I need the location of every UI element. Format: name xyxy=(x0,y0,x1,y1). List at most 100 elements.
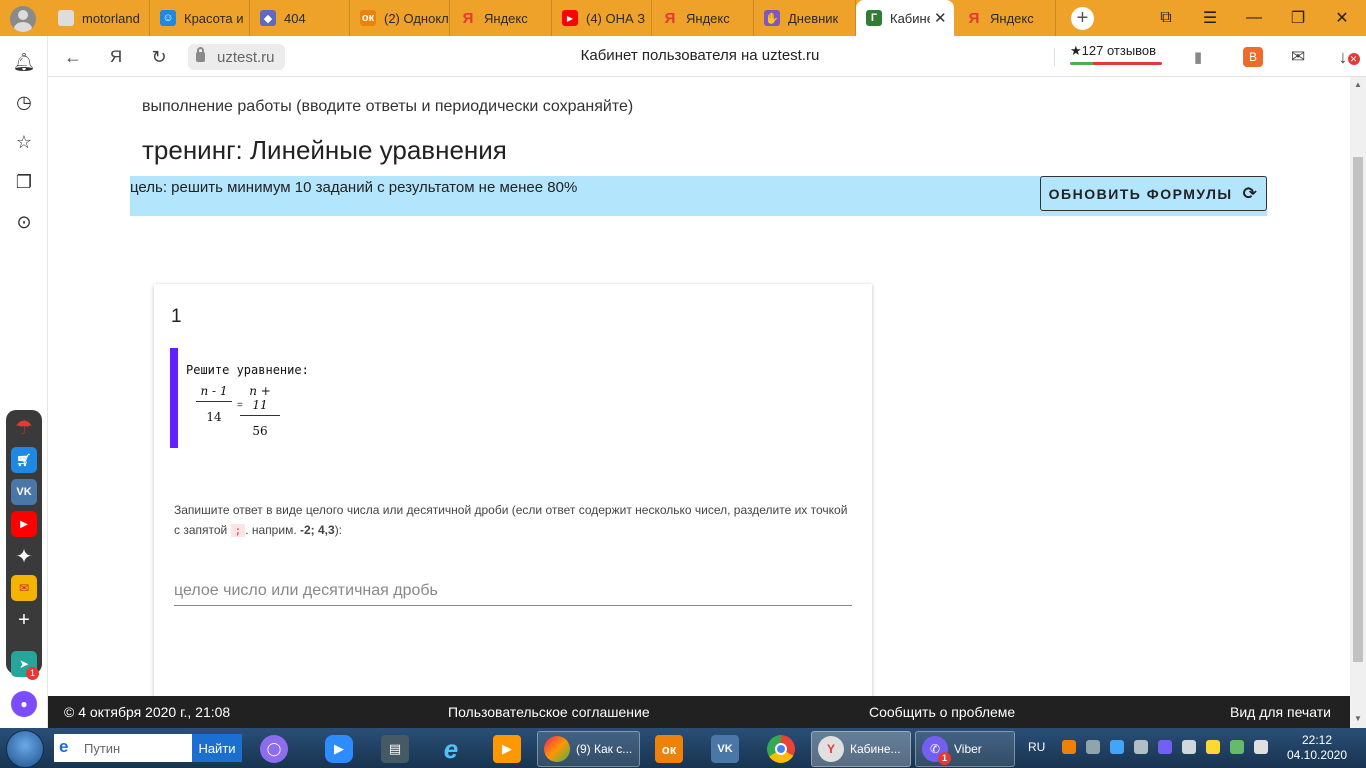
clock-date: 04.10.2020 xyxy=(1286,748,1348,762)
report-problem-link[interactable]: Сообщить о проблеме xyxy=(869,704,1015,720)
star-icon[interactable]: ☆ xyxy=(12,130,36,154)
krasota-favicon: ☺ xyxy=(160,10,176,26)
add-app-plus-icon[interactable]: + xyxy=(11,607,37,633)
scroll-down-icon[interactable]: ▼ xyxy=(1353,714,1363,723)
refresh-button-label: ОБНОВИТЬ ФОРМУЛЫ xyxy=(1048,185,1233,202)
url-text: uztest.ru xyxy=(217,48,275,66)
answer-input[interactable] xyxy=(174,576,852,606)
reload-icon[interactable]: ↻ xyxy=(146,44,172,70)
alice-taskbar-icon[interactable]: ◯ xyxy=(258,732,290,766)
language-indicator[interactable]: RU xyxy=(1028,740,1045,754)
tab-strip: motorland ☺ Красота и ◆ 404 ок (2) Однок… xyxy=(0,0,1366,36)
system-clock[interactable]: 22:12 04.10.2020 xyxy=(1282,733,1352,763)
market-app-icon[interactable]: 🛒︎ xyxy=(11,447,37,473)
youtube-icon: ▶ xyxy=(562,10,578,26)
reviews-rating-bar xyxy=(1070,62,1162,65)
tab-yandex-3[interactable]: Я Яндекс xyxy=(956,0,1056,36)
taskbar-window-yandex-browser[interactable]: Y Кабине... xyxy=(811,731,911,767)
odnoklassniki-taskbar-icon[interactable]: ок xyxy=(652,732,686,766)
taskbar-window-photos[interactable]: (9) Как с... xyxy=(537,731,640,767)
tab-odnoklassniki[interactable]: ок (2) Однокл xyxy=(350,0,450,36)
close-tab-icon[interactable]: ✕ xyxy=(934,9,947,27)
chrome-taskbar-icon[interactable] xyxy=(764,732,798,766)
collections-icon[interactable]: ❐ xyxy=(12,170,36,194)
network-tray-icon[interactable] xyxy=(1134,740,1148,754)
page-content: выполнение работы (вводите ответы и пери… xyxy=(48,77,1350,696)
uztest-favicon: Г xyxy=(866,10,882,26)
right-numerator: n + 11 xyxy=(240,384,280,416)
sparkle-app-icon[interactable]: ✦ xyxy=(11,543,37,569)
print-view-link[interactable]: Вид для печати xyxy=(1230,704,1331,720)
youtube-app-icon[interactable]: ▶ xyxy=(11,511,37,537)
minimize-icon[interactable]: — xyxy=(1232,0,1276,36)
alice-assistant-icon[interactable]: ● xyxy=(11,691,37,717)
usb-tray-icon[interactable] xyxy=(1230,740,1244,754)
dnevnik-icon: ✋ xyxy=(764,10,780,26)
page-title: Кабинет пользователя на uztest.ru xyxy=(580,47,820,64)
vk-taskbar-icon[interactable]: VK xyxy=(708,732,742,766)
tab-kabinet-active[interactable]: Г Кабинет ✕ xyxy=(856,0,954,36)
work-subtitle: выполнение работы (вводите ответы и пери… xyxy=(142,98,634,115)
reviews-widget[interactable]: ★127 отзывов xyxy=(1070,43,1162,65)
history-clock-icon[interactable]: ◷ xyxy=(12,90,36,114)
security-tray-icon[interactable] xyxy=(1206,740,1220,754)
vk-app-icon[interactable]: VK xyxy=(11,479,37,505)
bell-icon[interactable]: 🔔︎ xyxy=(12,50,36,74)
download-icon[interactable]: ↓ ✕ xyxy=(1330,44,1360,70)
tab-motorland[interactable]: motorland xyxy=(48,0,150,36)
vk-extension-icon[interactable]: B xyxy=(1240,44,1266,70)
mail-app-icon[interactable]: ✉ xyxy=(11,575,37,601)
menu-icon[interactable]: ☰ xyxy=(1188,0,1232,36)
internet-explorer-icon[interactable]: e xyxy=(434,732,468,766)
tab-404[interactable]: ◆ 404 xyxy=(250,0,350,36)
taskbar-window-viber[interactable]: ✆ 1 Viber xyxy=(915,731,1015,767)
yandex-icon: Я xyxy=(664,9,676,27)
search-find-button[interactable]: Найти xyxy=(192,734,242,762)
refresh-icon: ⟳ xyxy=(1242,183,1259,203)
printer-taskbar-icon[interactable]: ▤ xyxy=(378,732,412,766)
messenger-icon[interactable]: ✉ xyxy=(1285,44,1311,70)
umbrella-app-icon[interactable]: ☂ xyxy=(11,414,37,440)
close-window-icon[interactable]: ✕ xyxy=(1320,0,1364,36)
lock-icon xyxy=(196,47,205,62)
profile-avatar-icon[interactable] xyxy=(10,6,36,32)
agreement-link[interactable]: Пользовательское соглашение xyxy=(448,704,650,720)
bookmark-icon[interactable]: ▮ xyxy=(1185,44,1211,70)
taskbar-search-input[interactable]: e Путин xyxy=(54,734,192,762)
browser-toolbar: ← Я ↻ uztest.ru Кабинет пользователя на … xyxy=(48,36,1366,77)
copyright-text: © 4 октября 2020 г., 21:08 xyxy=(64,704,231,720)
odnoklassniki-icon: ок xyxy=(360,10,376,26)
right-fraction: n + 11 56 xyxy=(240,384,280,438)
yandex-icon: Я xyxy=(968,9,980,27)
motorland-favicon xyxy=(58,10,74,26)
volume-icon[interactable] xyxy=(1182,740,1196,754)
tab-krasota[interactable]: ☺ Красота и xyxy=(150,0,250,36)
signal-tray-icon[interactable] xyxy=(1254,740,1268,754)
zoom-taskbar-icon[interactable]: ▶ xyxy=(322,732,356,766)
clock-time: 22:12 xyxy=(1301,733,1333,747)
viber-tray-icon[interactable] xyxy=(1158,740,1172,754)
media-player-icon[interactable]: ▶ xyxy=(490,732,524,766)
tab-yandex-2[interactable]: Я Яндекс xyxy=(652,0,754,36)
start-button[interactable] xyxy=(6,730,44,768)
tab-manager-icon[interactable]: ⧉ xyxy=(1144,0,1188,36)
shield-tray-icon[interactable] xyxy=(1110,740,1124,754)
play-circle-icon[interactable]: ⊙ xyxy=(12,210,36,234)
yandex-logo-icon[interactable]: Я xyxy=(103,44,129,70)
tab-yandex-1[interactable]: Я Яндекс xyxy=(450,0,552,36)
tray-app-icon[interactable] xyxy=(1086,740,1100,754)
tab-youtube[interactable]: ▶ (4) ОНА З xyxy=(552,0,652,36)
scroll-up-icon[interactable]: ▲ xyxy=(1353,80,1363,89)
odnoklassniki-tray-icon[interactable] xyxy=(1062,740,1076,754)
address-bar[interactable]: uztest.ru xyxy=(188,44,285,70)
back-arrow-icon[interactable]: ← xyxy=(60,44,86,70)
scrollbar-thumb[interactable] xyxy=(1353,157,1363,662)
restore-icon[interactable]: ❐ xyxy=(1276,0,1320,36)
refresh-formulas-button[interactable]: ОБНОВИТЬ ФОРМУЛЫ ⟳ xyxy=(1040,176,1267,211)
right-denominator: 56 xyxy=(252,424,268,438)
tab-dnevnik[interactable]: ✋ Дневник xyxy=(754,0,856,36)
new-tab-plus-icon[interactable]: + xyxy=(1071,7,1094,30)
left-fraction: n - 1 14 xyxy=(196,384,232,424)
page-scrollbar[interactable]: ▲ ▼ xyxy=(1350,77,1366,728)
training-heading: тренинг: Линейные уравнения xyxy=(142,135,507,165)
